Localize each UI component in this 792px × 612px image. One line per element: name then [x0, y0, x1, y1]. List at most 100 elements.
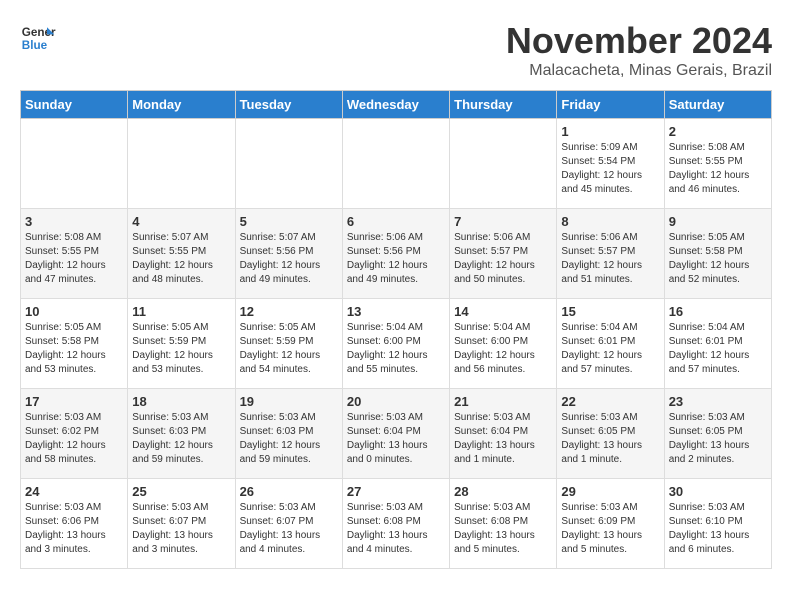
calendar-cell: 3 Sunrise: 5:08 AM Sunset: 5:55 PM Daylig… [21, 209, 128, 299]
day-info: Sunrise: 5:03 AM Sunset: 6:06 PM Dayligh… [25, 501, 123, 557]
page-header: General Blue November 2024 Malacacheta, … [20, 20, 772, 80]
day-number: 11 [132, 304, 230, 319]
day-info: Sunrise: 5:03 AM Sunset: 6:09 PM Dayligh… [561, 501, 659, 557]
day-number: 28 [454, 484, 552, 499]
day-info: Sunrise: 5:03 AM Sunset: 6:02 PM Dayligh… [25, 411, 123, 467]
calendar-cell: 28 Sunrise: 5:03 AM Sunset: 6:08 PM Dayli… [450, 479, 557, 569]
weekday-header: Saturday [664, 91, 771, 119]
day-number: 22 [561, 394, 659, 409]
logo-icon: General Blue [20, 20, 56, 56]
day-info: Sunrise: 5:06 AM Sunset: 5:56 PM Dayligh… [347, 231, 445, 287]
day-info: Sunrise: 5:08 AM Sunset: 5:55 PM Dayligh… [669, 141, 767, 197]
header-row: SundayMondayTuesdayWednesdayThursdayFrid… [21, 91, 772, 119]
calendar-cell: 11 Sunrise: 5:05 AM Sunset: 5:59 PM Dayli… [128, 299, 235, 389]
day-number: 26 [240, 484, 338, 499]
day-number: 4 [132, 214, 230, 229]
calendar-cell: 19 Sunrise: 5:03 AM Sunset: 6:03 PM Dayli… [235, 389, 342, 479]
calendar-cell: 24 Sunrise: 5:03 AM Sunset: 6:06 PM Dayli… [21, 479, 128, 569]
svg-text:Blue: Blue [22, 39, 48, 52]
calendar-cell: 23 Sunrise: 5:03 AM Sunset: 6:05 PM Dayli… [664, 389, 771, 479]
day-info: Sunrise: 5:03 AM Sunset: 6:03 PM Dayligh… [240, 411, 338, 467]
day-info: Sunrise: 5:03 AM Sunset: 6:08 PM Dayligh… [347, 501, 445, 557]
day-number: 21 [454, 394, 552, 409]
day-info: Sunrise: 5:09 AM Sunset: 5:54 PM Dayligh… [561, 141, 659, 197]
calendar-body: 1 Sunrise: 5:09 AM Sunset: 5:54 PM Daylig… [21, 119, 772, 569]
calendar-cell: 16 Sunrise: 5:04 AM Sunset: 6:01 PM Dayli… [664, 299, 771, 389]
day-info: Sunrise: 5:04 AM Sunset: 6:00 PM Dayligh… [454, 321, 552, 377]
calendar-week-row: 24 Sunrise: 5:03 AM Sunset: 6:06 PM Dayli… [21, 479, 772, 569]
calendar-table: SundayMondayTuesdayWednesdayThursdayFrid… [20, 90, 772, 569]
calendar-cell: 21 Sunrise: 5:03 AM Sunset: 6:04 PM Dayli… [450, 389, 557, 479]
calendar-cell [21, 119, 128, 209]
day-info: Sunrise: 5:06 AM Sunset: 5:57 PM Dayligh… [561, 231, 659, 287]
day-number: 9 [669, 214, 767, 229]
calendar-cell: 17 Sunrise: 5:03 AM Sunset: 6:02 PM Dayli… [21, 389, 128, 479]
day-info: Sunrise: 5:05 AM Sunset: 5:59 PM Dayligh… [240, 321, 338, 377]
calendar-cell: 25 Sunrise: 5:03 AM Sunset: 6:07 PM Dayli… [128, 479, 235, 569]
calendar-cell: 8 Sunrise: 5:06 AM Sunset: 5:57 PM Daylig… [557, 209, 664, 299]
day-info: Sunrise: 5:03 AM Sunset: 6:04 PM Dayligh… [347, 411, 445, 467]
calendar-cell: 22 Sunrise: 5:03 AM Sunset: 6:05 PM Dayli… [557, 389, 664, 479]
day-number: 27 [347, 484, 445, 499]
month-title: November 2024 [506, 20, 772, 62]
weekday-header: Monday [128, 91, 235, 119]
calendar-cell [235, 119, 342, 209]
calendar-cell [342, 119, 449, 209]
day-info: Sunrise: 5:03 AM Sunset: 6:10 PM Dayligh… [669, 501, 767, 557]
day-info: Sunrise: 5:08 AM Sunset: 5:55 PM Dayligh… [25, 231, 123, 287]
weekday-header: Tuesday [235, 91, 342, 119]
day-number: 2 [669, 124, 767, 139]
day-number: 15 [561, 304, 659, 319]
day-info: Sunrise: 5:03 AM Sunset: 6:05 PM Dayligh… [669, 411, 767, 467]
weekday-header: Thursday [450, 91, 557, 119]
calendar-cell: 26 Sunrise: 5:03 AM Sunset: 6:07 PM Dayli… [235, 479, 342, 569]
calendar-cell: 29Sunrise: 5:03 AM Sunset: 6:09 PM Dayli… [557, 479, 664, 569]
weekday-header: Friday [557, 91, 664, 119]
day-info: Sunrise: 5:05 AM Sunset: 5:59 PM Dayligh… [132, 321, 230, 377]
calendar-cell: 20 Sunrise: 5:03 AM Sunset: 6:04 PM Dayli… [342, 389, 449, 479]
day-info: Sunrise: 5:05 AM Sunset: 5:58 PM Dayligh… [25, 321, 123, 377]
day-number: 5 [240, 214, 338, 229]
title-section: November 2024 Malacacheta, Minas Gerais,… [506, 20, 772, 80]
calendar-cell [450, 119, 557, 209]
day-info: Sunrise: 5:03 AM Sunset: 6:04 PM Dayligh… [454, 411, 552, 467]
calendar-header: SundayMondayTuesdayWednesdayThursdayFrid… [21, 91, 772, 119]
logo: General Blue [20, 20, 56, 56]
calendar-cell: 9 Sunrise: 5:05 AM Sunset: 5:58 PM Daylig… [664, 209, 771, 299]
calendar-week-row: 17 Sunrise: 5:03 AM Sunset: 6:02 PM Dayli… [21, 389, 772, 479]
day-info: Sunrise: 5:03 AM Sunset: 6:05 PM Dayligh… [561, 411, 659, 467]
calendar-week-row: 10Sunrise: 5:05 AM Sunset: 5:58 PM Dayli… [21, 299, 772, 389]
weekday-header: Sunday [21, 91, 128, 119]
calendar-cell: 18 Sunrise: 5:03 AM Sunset: 6:03 PM Dayli… [128, 389, 235, 479]
calendar-cell: 13 Sunrise: 5:04 AM Sunset: 6:00 PM Dayli… [342, 299, 449, 389]
location-subtitle: Malacacheta, Minas Gerais, Brazil [506, 62, 772, 80]
calendar-cell: 7Sunrise: 5:06 AM Sunset: 5:57 PM Daylig… [450, 209, 557, 299]
day-number: 8 [561, 214, 659, 229]
day-info: Sunrise: 5:03 AM Sunset: 6:08 PM Dayligh… [454, 501, 552, 557]
day-number: 3 [25, 214, 123, 229]
day-info: Sunrise: 5:04 AM Sunset: 6:00 PM Dayligh… [347, 321, 445, 377]
day-number: 20 [347, 394, 445, 409]
calendar-cell: 10Sunrise: 5:05 AM Sunset: 5:58 PM Dayli… [21, 299, 128, 389]
day-number: 17 [25, 394, 123, 409]
day-info: Sunrise: 5:03 AM Sunset: 6:03 PM Dayligh… [132, 411, 230, 467]
day-number: 25 [132, 484, 230, 499]
day-number: 16 [669, 304, 767, 319]
calendar-cell: 27 Sunrise: 5:03 AM Sunset: 6:08 PM Dayli… [342, 479, 449, 569]
day-info: Sunrise: 5:07 AM Sunset: 5:55 PM Dayligh… [132, 231, 230, 287]
day-number: 24 [25, 484, 123, 499]
calendar-cell: 6Sunrise: 5:06 AM Sunset: 5:56 PM Daylig… [342, 209, 449, 299]
day-number: 18 [132, 394, 230, 409]
calendar-cell: 30Sunrise: 5:03 AM Sunset: 6:10 PM Dayli… [664, 479, 771, 569]
day-number: 13 [347, 304, 445, 319]
calendar-cell: 14Sunrise: 5:04 AM Sunset: 6:00 PM Dayli… [450, 299, 557, 389]
day-info: Sunrise: 5:05 AM Sunset: 5:58 PM Dayligh… [669, 231, 767, 287]
day-info: Sunrise: 5:07 AM Sunset: 5:56 PM Dayligh… [240, 231, 338, 287]
day-number: 19 [240, 394, 338, 409]
weekday-header: Wednesday [342, 91, 449, 119]
day-info: Sunrise: 5:04 AM Sunset: 6:01 PM Dayligh… [669, 321, 767, 377]
day-info: Sunrise: 5:03 AM Sunset: 6:07 PM Dayligh… [132, 501, 230, 557]
day-number: 23 [669, 394, 767, 409]
day-number: 1 [561, 124, 659, 139]
day-info: Sunrise: 5:03 AM Sunset: 6:07 PM Dayligh… [240, 501, 338, 557]
